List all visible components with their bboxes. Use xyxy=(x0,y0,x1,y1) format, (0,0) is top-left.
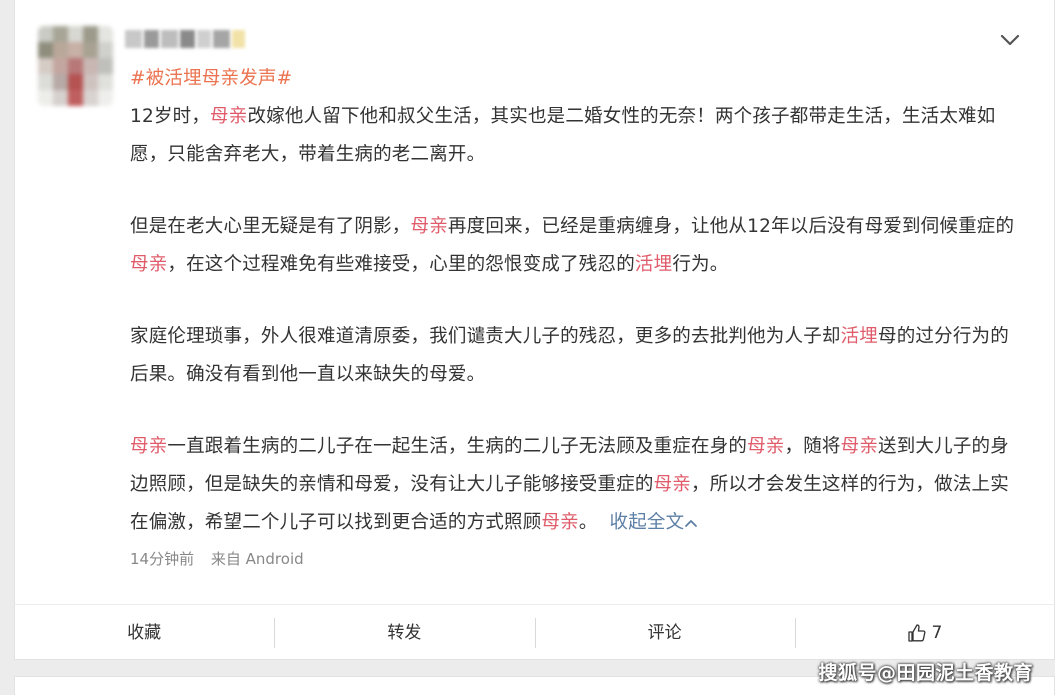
post-paragraph: 母亲一直跟着生病的二儿子在一起生活，生病的二儿子无法顾及重症在身的母亲，随将母亲… xyxy=(130,428,1020,542)
comment-label: 评论 xyxy=(647,623,682,643)
chevron-down-icon[interactable] xyxy=(998,28,1022,52)
post-paragraph: 但是在老大心里无疑是有了阴影，母亲再度回来，已经是重病缠身，让他从12年以后没有… xyxy=(130,208,1020,284)
highlighted-keyword[interactable]: 母亲 xyxy=(411,216,448,237)
paragraph-text: ，在这个过程难免有些难接受，心里的怨恨变成了残忍的 xyxy=(167,254,635,275)
favorite-label: 收藏 xyxy=(127,623,162,643)
watermark: 搜狐号@田园泥土香教育 xyxy=(818,662,1033,684)
repost-label: 转发 xyxy=(387,623,422,643)
thumbs-up-icon xyxy=(908,624,926,642)
avatar[interactable] xyxy=(38,26,113,106)
post-content: #被活埋母亲发声# 12岁时，母亲改嫁他人留下他和叔父生活，其实也是二婚女性的无… xyxy=(130,62,1020,542)
favorite-button[interactable]: 收藏 xyxy=(14,618,274,648)
post-source: 来自 Android xyxy=(210,550,304,568)
collapse-label: 收起全文 xyxy=(609,512,685,533)
paragraph-text: 行为。 xyxy=(672,254,729,275)
paragraph-text: 家庭伦理琐事，外人很难道清原委，我们谴责大儿子的残忍，更多的去批判他为人子却 xyxy=(130,326,841,347)
repost-button[interactable]: 转发 xyxy=(274,618,534,648)
collapse-text-link[interactable]: 收起全文 xyxy=(610,512,699,533)
username-blurred[interactable] xyxy=(125,30,245,50)
paragraph-text: 12岁时， xyxy=(130,106,211,127)
post-meta: 14分钟前 来自 Android xyxy=(130,548,316,569)
like-button[interactable]: 7 xyxy=(794,618,1055,648)
post-time[interactable]: 14分钟前 xyxy=(130,550,194,568)
post-paragraph: 家庭伦理琐事，外人很难道清原委，我们谴责大儿子的残忍，更多的去批判他为人子却活埋… xyxy=(130,318,1020,394)
paragraph-text: 再度回来，已经是重病缠身，让他从12年以后没有母爱到伺候重症的 xyxy=(447,216,1015,237)
paragraph-text: 。 xyxy=(578,512,598,533)
post-paragraph: 12岁时，母亲改嫁他人留下他和叔父生活，其实也是二婚女性的无奈！两个孩子都带走生… xyxy=(130,98,1020,174)
paragraph-text: ，随将 xyxy=(784,436,841,457)
highlighted-keyword[interactable]: 母亲 xyxy=(130,436,167,457)
highlighted-keyword[interactable]: 母亲 xyxy=(747,436,784,457)
highlighted-keyword[interactable]: 活埋 xyxy=(635,254,672,275)
paragraph-text: 改嫁他人留下他和叔父生活，其实也是二婚女性的无奈！两个孩子都带走生活，生活太难如… xyxy=(130,106,996,165)
highlighted-keyword[interactable]: 母亲 xyxy=(841,436,878,457)
highlighted-keyword[interactable]: 活埋 xyxy=(841,326,878,347)
highlighted-keyword[interactable]: 母亲 xyxy=(210,106,247,127)
action-bar: 收藏 转发 评论 7 xyxy=(14,604,1055,661)
like-count: 7 xyxy=(931,623,943,643)
paragraph-text: 一直跟着生病的二儿子在一起生活，生病的二儿子无法顾及重症在身的 xyxy=(167,436,748,457)
paragraph-text: 但是在老大心里无疑是有了阴影， xyxy=(130,216,411,237)
comment-button[interactable]: 评论 xyxy=(534,618,795,648)
highlighted-keyword[interactable]: 母亲 xyxy=(541,512,578,533)
highlighted-keyword[interactable]: 母亲 xyxy=(130,254,167,275)
highlighted-keyword[interactable]: 母亲 xyxy=(654,474,691,495)
hashtag-link[interactable]: #被活埋母亲发声# xyxy=(130,60,1020,98)
chevron-up-icon xyxy=(685,520,698,527)
